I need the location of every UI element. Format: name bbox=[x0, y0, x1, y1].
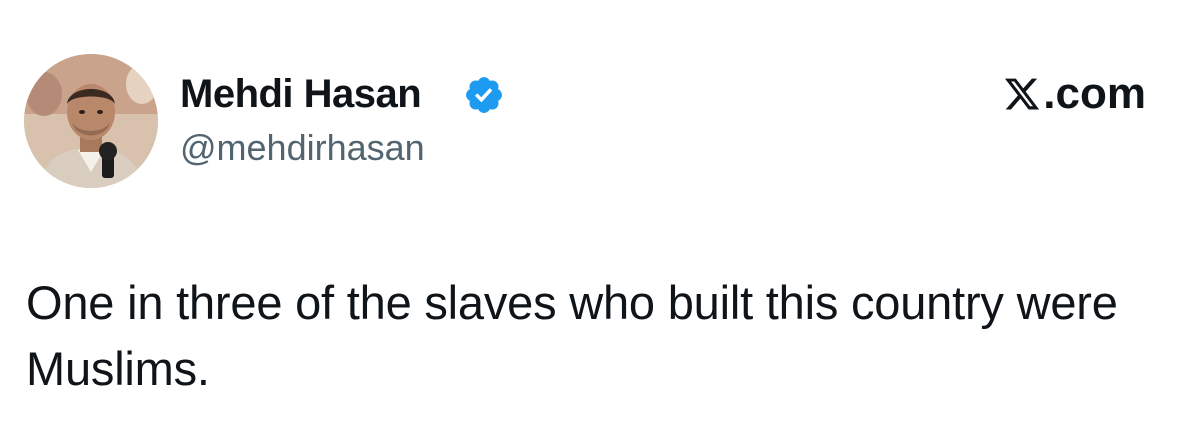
x-logo-icon bbox=[1005, 78, 1040, 110]
post-text: One in three of the slaves who built thi… bbox=[26, 276, 1118, 395]
author-handle[interactable]: @mehdirhasan bbox=[180, 126, 425, 170]
avatar-photo bbox=[24, 54, 158, 188]
site-label[interactable]: .com bbox=[1003, 68, 1146, 120]
verified-badge-icon bbox=[466, 77, 502, 113]
author-avatar[interactable] bbox=[24, 54, 158, 188]
post-card: Mehdi Hasan @mehdirhasan .com One in thr… bbox=[0, 0, 1200, 443]
site-domain: .com bbox=[1043, 69, 1146, 118]
author-name[interactable]: Mehdi Hasan bbox=[180, 70, 422, 118]
